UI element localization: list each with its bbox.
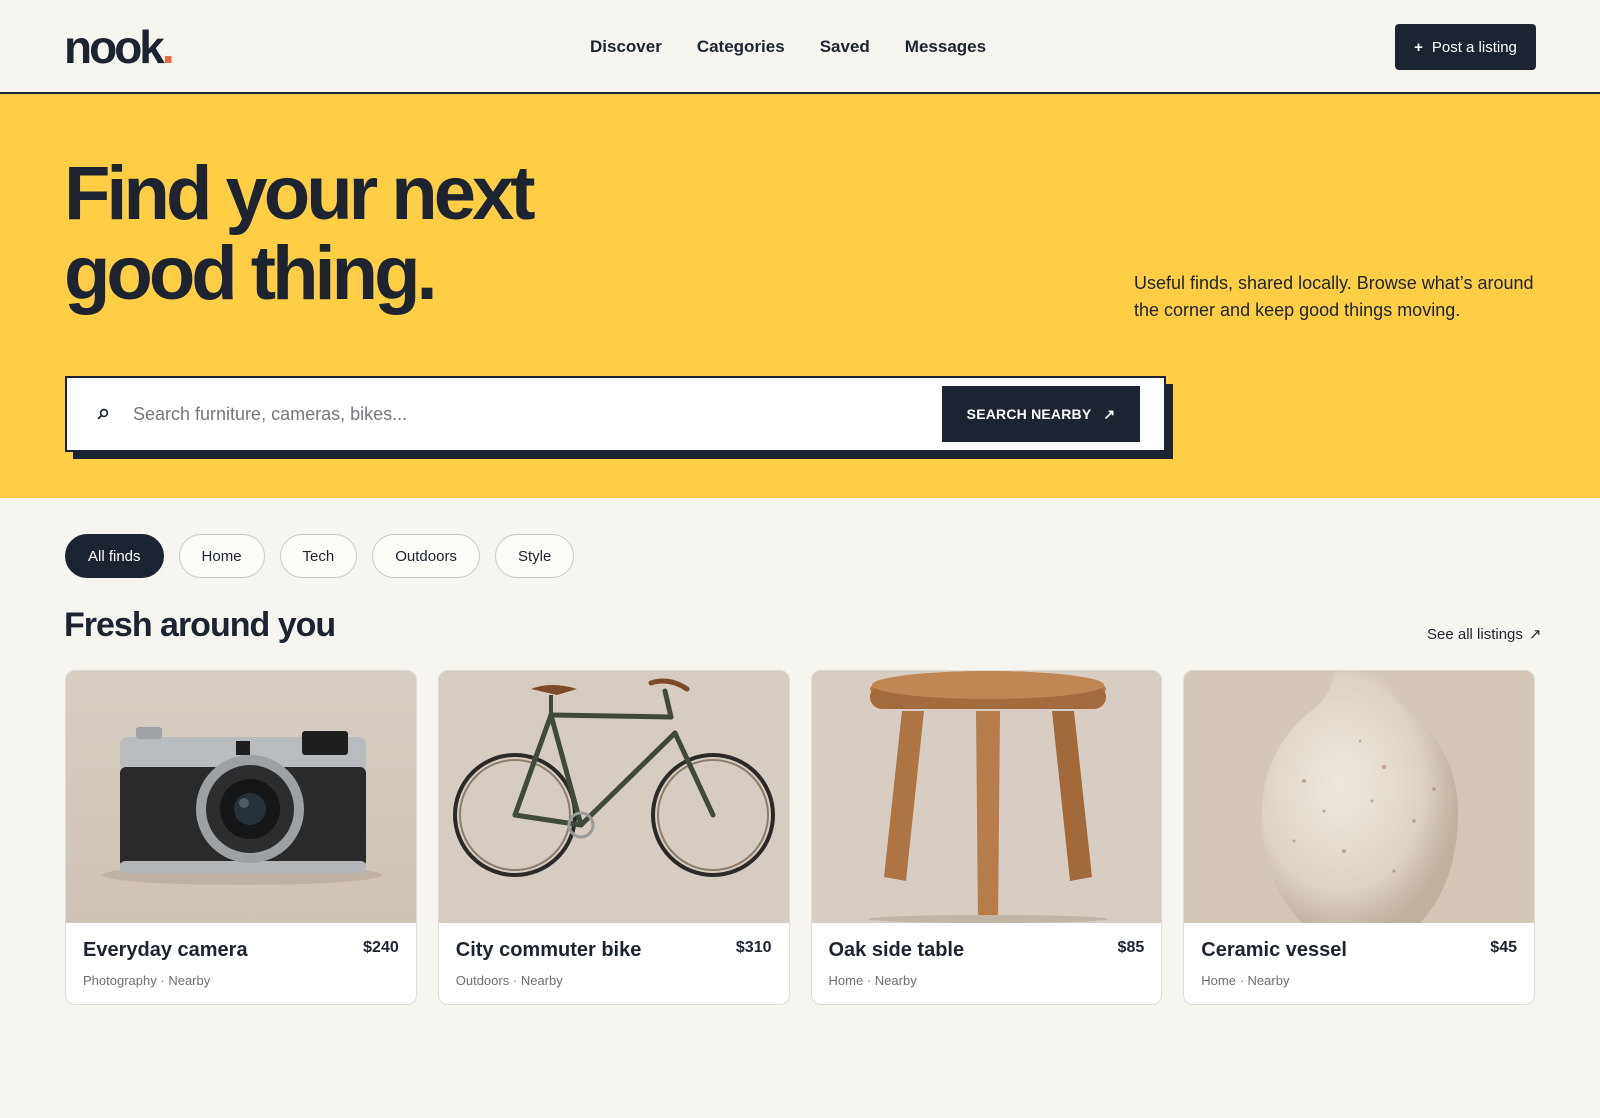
bike-photo	[438, 671, 789, 923]
listing-title: Oak side table	[828, 939, 965, 961]
listing-price: $85	[1117, 939, 1145, 956]
hero-section: Find your next good thing. Useful finds,…	[0, 94, 1600, 498]
nav-messages[interactable]: Messages	[905, 37, 986, 57]
main-nav: Discover Categories Saved Messages	[590, 34, 986, 60]
nav-saved[interactable]: Saved	[820, 37, 870, 57]
meta-separator: ·	[512, 973, 518, 988]
table-photo	[811, 671, 1162, 923]
listing-category: Photography	[83, 973, 157, 988]
logo-text: nook	[64, 21, 165, 73]
filter-style[interactable]: Style	[494, 534, 575, 578]
hero-subtitle: Useful finds, shared locally. Browse wha…	[1134, 273, 1534, 320]
post-listing-button[interactable]: + Post a listing	[1395, 24, 1536, 70]
search-icon	[93, 404, 113, 424]
filter-all-finds[interactable]: All finds	[65, 534, 164, 578]
listing-meta: Home · Nearby	[1201, 973, 1289, 988]
arrow-up-right-icon: ↗	[1103, 405, 1116, 422]
category-filters: All finds Home Tech Outdoors Style	[65, 534, 575, 578]
listing-category: Home	[828, 973, 864, 988]
hero-title-line1: Find your next	[64, 151, 536, 236]
listing-category: Home	[1201, 973, 1236, 988]
listing-distance: Nearby	[1247, 973, 1290, 988]
search-nearby-button[interactable]: SEARCH NEARBY ↗	[942, 386, 1140, 442]
logo-dot: .	[161, 21, 175, 73]
listing-category: Outdoors	[455, 973, 510, 988]
nav-categories[interactable]: Categories	[697, 37, 785, 57]
plus-icon: +	[1414, 38, 1423, 56]
see-all-listings-link[interactable]: See all listings ↗	[1427, 625, 1542, 644]
nav-discover[interactable]: Discover	[590, 37, 662, 57]
filter-home[interactable]: Home	[178, 534, 265, 578]
see-all-label: See all listings	[1427, 625, 1523, 643]
listing-card[interactable]: Oak side table $85 Home · Nearby	[810, 670, 1163, 1005]
listing-price: $310	[735, 939, 772, 956]
listing-title: Ceramic vessel	[1201, 939, 1347, 961]
listing-card[interactable]: Ceramic vessel $45 Home · Nearby	[1183, 670, 1535, 1005]
listing-price: $45	[1490, 939, 1517, 956]
listing-title: Everyday camera	[83, 939, 248, 961]
hero-title-line2: good thing.	[64, 231, 438, 316]
listing-distance: Nearby	[874, 973, 917, 988]
camera-photo	[66, 671, 416, 923]
meta-separator: ·	[160, 973, 165, 988]
section-title: Fresh around you	[64, 606, 336, 644]
listing-card[interactable]: Everyday camera $240 Photography · Nearb…	[65, 670, 417, 1005]
listing-meta: Outdoors · Nearby	[456, 973, 563, 988]
listing-meta: Photography · Nearby	[83, 973, 210, 988]
filter-tech[interactable]: Tech	[279, 534, 358, 578]
listing-distance: Nearby	[520, 973, 563, 988]
meta-separator: ·	[1239, 973, 1244, 988]
search-bar: SEARCH NEARBY ↗	[65, 376, 1166, 452]
listing-card[interactable]: City commuter bike $310 Outdoors · Nearb…	[437, 670, 790, 1005]
post-listing-label: Post a listing	[1431, 38, 1517, 56]
filter-outdoors[interactable]: Outdoors	[372, 534, 480, 578]
arrow-up-right-icon: ↗	[1528, 626, 1542, 643]
search-nearby-label: SEARCH NEARBY	[966, 406, 1092, 422]
meta-separator: ·	[866, 973, 872, 988]
hero-title: Find your next good thing.	[64, 154, 624, 314]
listing-distance: Nearby	[168, 973, 211, 988]
listing-title: City commuter bike	[455, 939, 642, 961]
search-input[interactable]	[133, 396, 913, 432]
site-header: nook. Discover Categories Saved Messages…	[0, 0, 1600, 94]
listing-grid: Everyday camera $240 Photography · Nearb…	[65, 670, 1535, 1005]
vase-photo	[1184, 671, 1535, 923]
listing-price: $240	[363, 939, 399, 956]
listing-meta: Home · Nearby	[829, 973, 917, 988]
logo[interactable]: nook.	[64, 20, 175, 74]
